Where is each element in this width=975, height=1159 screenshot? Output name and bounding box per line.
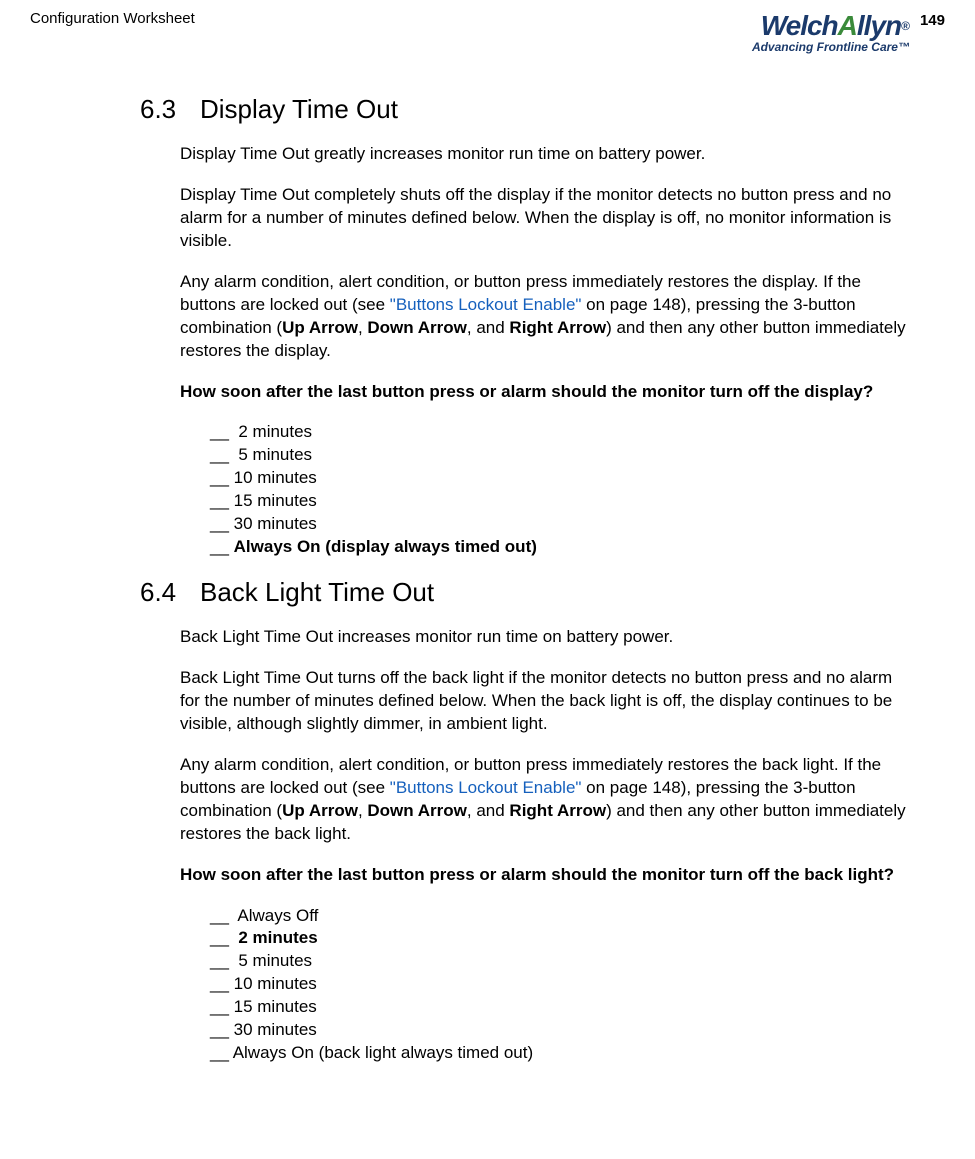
- option-30min-2: __ 30 minutes: [210, 1019, 915, 1042]
- page-number: 149: [920, 12, 945, 29]
- logo-reg: ®: [901, 19, 910, 33]
- page-header: Configuration Worksheet WelchAllyn® Adva…: [30, 10, 945, 54]
- buttons-lockout-link[interactable]: "Buttons Lockout Enable": [390, 295, 582, 314]
- section-6-4-body: Back Light Time Out increases monitor ru…: [140, 626, 915, 1065]
- logo-text-llyn: llyn: [857, 10, 901, 42]
- welchallyn-logo: WelchAllyn®: [761, 10, 910, 42]
- header-right: WelchAllyn® Advancing Frontline Care™ 14…: [752, 10, 945, 54]
- section-6-3-options: __ 2 minutes __ 5 minutes __ 10 minutes …: [180, 421, 915, 559]
- p3c2: ,: [358, 801, 367, 820]
- right-arrow-label-2: Right Arrow: [509, 801, 606, 820]
- option-10min-2: __ 10 minutes: [210, 973, 915, 996]
- option-always-on-2: __ Always On (back light always timed ou…: [210, 1042, 915, 1065]
- option-15min-2: __ 15 minutes: [210, 996, 915, 1019]
- section-6-3-question: How soon after the last button press or …: [180, 381, 915, 404]
- section-6-3-num: 6.3: [140, 94, 200, 125]
- option-always-on: __ Always On (display always timed out): [210, 536, 915, 559]
- p3d2: , and: [467, 801, 510, 820]
- o2pre: __: [210, 928, 238, 947]
- p3d: , and: [467, 318, 510, 337]
- option-always-off: __ Always Off: [210, 905, 915, 928]
- section-6-4-p1: Back Light Time Out increases monitor ru…: [180, 626, 915, 649]
- section-6-4-p2: Back Light Time Out turns off the back l…: [180, 667, 915, 736]
- logo-tagline: Advancing Frontline Care™: [752, 40, 910, 54]
- option-15min: __ 15 minutes: [210, 490, 915, 513]
- p3c: ,: [358, 318, 367, 337]
- option-5min-2: __ 5 minutes: [210, 950, 915, 973]
- right-arrow-label: Right Arrow: [509, 318, 606, 337]
- section-6-4-heading: 6.4Back Light Time Out: [140, 577, 915, 608]
- option-2min-2: __ 2 minutes: [210, 927, 915, 950]
- down-arrow-label: Down Arrow: [367, 318, 466, 337]
- section-6-4-num: 6.4: [140, 577, 200, 608]
- option-2min: __ 2 minutes: [210, 421, 915, 444]
- buttons-lockout-link-2[interactable]: "Buttons Lockout Enable": [390, 778, 582, 797]
- up-arrow-label-2: Up Arrow: [282, 801, 358, 820]
- section-6-4-options: __ Always Off __ 2 minutes __ 5 minutes …: [180, 905, 915, 1066]
- o2b: 2 minutes: [238, 928, 317, 947]
- down-arrow-label-2: Down Arrow: [367, 801, 466, 820]
- logo-wrap: WelchAllyn® Advancing Frontline Care™: [752, 10, 910, 54]
- logo-text-a: A: [838, 10, 857, 42]
- section-6-3-p1: Display Time Out greatly increases monit…: [180, 143, 915, 166]
- o6: Always On (display always timed out): [234, 537, 537, 556]
- section-6-4-question: How soon after the last button press or …: [180, 864, 915, 887]
- section-6-3-title: Display Time Out: [200, 94, 398, 124]
- page-content: 6.3Display Time Out Display Time Out gre…: [30, 94, 945, 1065]
- section-6-3-p2: Display Time Out completely shuts off th…: [180, 184, 915, 253]
- section-6-3-heading: 6.3Display Time Out: [140, 94, 915, 125]
- up-arrow-label: Up Arrow: [282, 318, 358, 337]
- section-6-3-p3: Any alarm condition, alert condition, or…: [180, 271, 915, 363]
- o6pre: __: [210, 537, 234, 556]
- option-10min: __ 10 minutes: [210, 467, 915, 490]
- option-5min: __ 5 minutes: [210, 444, 915, 467]
- section-6-3-body: Display Time Out greatly increases monit…: [140, 143, 915, 559]
- section-6-4-title: Back Light Time Out: [200, 577, 434, 607]
- section-6-4-p3: Any alarm condition, alert condition, or…: [180, 754, 915, 846]
- logo-text-welch: Welch: [761, 10, 838, 42]
- doc-title: Configuration Worksheet: [30, 10, 195, 27]
- option-30min: __ 30 minutes: [210, 513, 915, 536]
